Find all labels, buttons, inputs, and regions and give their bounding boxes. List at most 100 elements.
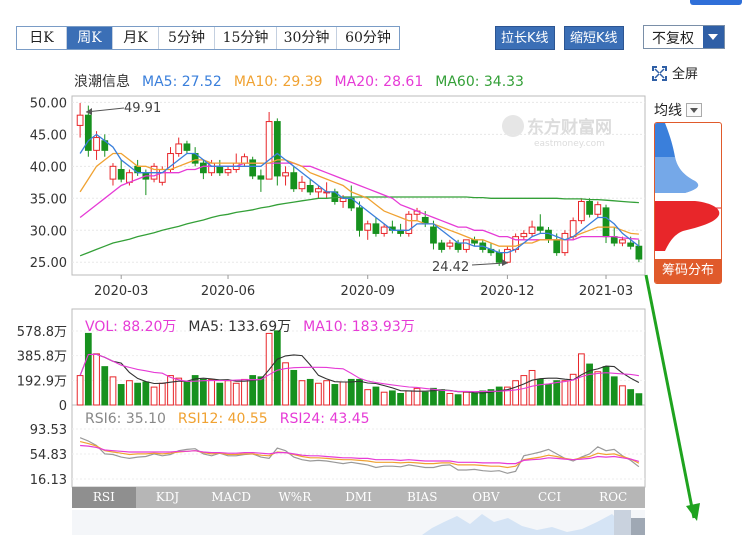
chevron-down-icon[interactable]: [686, 103, 702, 117]
volume-bar: [282, 362, 289, 406]
volume-bar: [191, 375, 199, 406]
period-tab[interactable]: 15分钟: [215, 27, 277, 49]
high-price-label: 49.91: [124, 101, 161, 116]
fullscreen-icon: [652, 66, 667, 81]
period-tab[interactable]: 周K: [67, 27, 113, 49]
volume-ma5-line: [79, 353, 640, 394]
chip-distribution-graph: [655, 123, 721, 251]
volume-bar: [372, 386, 380, 406]
volume-bar: [619, 385, 626, 406]
indicator-tab[interactable]: OBV: [454, 487, 518, 508]
candle-body: [315, 188, 322, 193]
fullscreen-button[interactable]: 全屏: [652, 63, 698, 82]
candle-body: [635, 245, 643, 260]
indicator-tab[interactable]: BIAS: [390, 487, 454, 508]
volume-tick-label: 192.9万: [17, 374, 67, 389]
green-arrow-head-icon: [686, 503, 700, 521]
indicator-tab[interactable]: DMI: [327, 487, 391, 508]
green-annotation-arrow: [644, 274, 696, 519]
ma60-legend: MA60: 34.33: [435, 74, 524, 90]
volume-bar: [545, 384, 552, 406]
volume-bar: [315, 382, 322, 406]
candle-body: [101, 140, 109, 151]
volume-tick-label: 0: [59, 399, 67, 414]
shrink-kline-button[interactable]: 缩短K线: [564, 26, 624, 50]
period-tab[interactable]: 60分钟: [337, 27, 399, 49]
candle-body: [298, 181, 306, 190]
candle-body: [364, 223, 372, 231]
volume-bar: [126, 380, 133, 406]
period-tab[interactable]: 月K: [113, 27, 159, 49]
indicator-tab[interactable]: CCI: [518, 487, 582, 508]
candle-body: [479, 242, 487, 250]
indicator-tab[interactable]: KDJ: [136, 487, 200, 508]
candle-body: [504, 248, 511, 263]
volume-bar: [216, 382, 224, 406]
adjust-selected-value: 不复权: [652, 31, 694, 47]
candle-body: [339, 197, 347, 202]
ma-selector[interactable]: 均线: [654, 100, 702, 120]
navigator-handle[interactable]: [631, 518, 645, 535]
volume-bar: [175, 377, 183, 406]
candle-body: [553, 239, 561, 254]
volume-bar: [249, 375, 257, 406]
candle-body: [528, 226, 536, 234]
indicator-tab[interactable]: W%R: [263, 487, 327, 508]
volume-bar: [479, 390, 487, 406]
indicator-tab[interactable]: RSI: [72, 487, 136, 508]
range-navigator[interactable]: [72, 510, 645, 535]
stretch-kline-button[interactable]: 拉长K线: [495, 26, 555, 50]
volume-bar: [610, 376, 618, 406]
volume-tick-label: 578.8万: [17, 325, 67, 340]
volume-bar: [602, 366, 610, 406]
volume-bar: [569, 373, 577, 406]
candle-body: [84, 114, 92, 151]
chevron-down-icon[interactable]: [703, 26, 724, 48]
adjust-select[interactable]: 不复权: [643, 25, 725, 49]
volume-bar: [199, 378, 207, 406]
candle-body: [487, 248, 495, 254]
ma20-line: [79, 162, 639, 241]
indicator-tab[interactable]: ROC: [581, 487, 645, 508]
panel-frame: [71, 95, 646, 276]
fullscreen-label: 全屏: [672, 67, 699, 82]
candle-body: [199, 162, 207, 174]
period-tab[interactable]: 日K: [17, 27, 67, 49]
candle-body: [495, 252, 503, 263]
ma10-line: [79, 152, 639, 247]
ma60-line: [79, 196, 639, 257]
candle-body: [372, 223, 380, 234]
volume-bar: [627, 389, 635, 406]
volume-bar: [594, 371, 602, 406]
candle-body: [191, 153, 199, 164]
candle-body: [142, 172, 150, 180]
candle-body: [619, 239, 626, 244]
candle-body: [347, 197, 355, 209]
volume-ma10-line: [79, 353, 639, 393]
chip-distribution-button[interactable]: 筹码分布: [655, 259, 721, 283]
candle-body: [586, 200, 593, 215]
volume-bar: [84, 332, 92, 406]
candle-body: [602, 207, 610, 238]
date-tick-label: 2021-03: [579, 284, 633, 299]
volume-bar: [265, 332, 273, 406]
candle-body: [76, 114, 84, 126]
volume-bar: [306, 378, 314, 406]
candle-body: [413, 210, 421, 215]
date-tick-label: 2020-06: [201, 284, 255, 299]
ma-lines: [79, 133, 640, 257]
low-price-label: 24.42: [432, 260, 469, 275]
candle-body: [183, 143, 191, 151]
candle-body: [430, 226, 437, 244]
top-right-button-edge[interactable]: [690, 0, 742, 5]
indicator-tab[interactable]: MACD: [199, 487, 263, 508]
period-tab[interactable]: 30分钟: [277, 27, 337, 49]
volume-bar: [76, 375, 84, 406]
vol-ma5-legend: MA5: 133.69万: [188, 319, 292, 335]
period-tab[interactable]: 5分钟: [159, 27, 215, 49]
candle-body: [388, 226, 396, 231]
volume-legend: VOL: 88.20万 MA5: 133.69万 MA10: 183.93万: [85, 316, 427, 336]
volume-bar: [298, 380, 306, 406]
navigator-selection[interactable]: [614, 510, 631, 535]
eastmoney-watermark: 东方财富网 eastmoney.com: [502, 115, 612, 149]
